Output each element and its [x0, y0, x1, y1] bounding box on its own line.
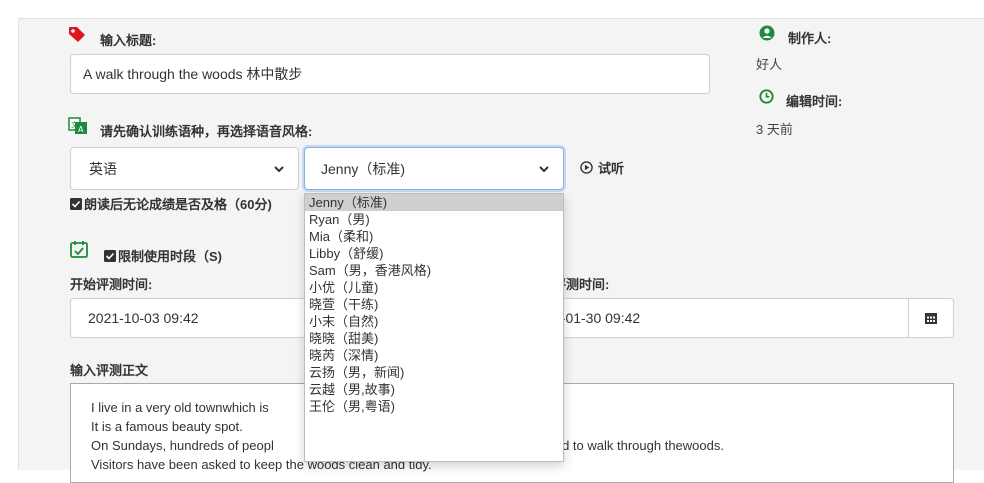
voice-option[interactable]: Ryan（男): [305, 211, 563, 228]
start-time-label: 开始评测时间:: [70, 277, 153, 292]
language-select-value: 英语: [89, 160, 117, 177]
user-icon: [759, 25, 775, 46]
voice-option[interactable]: 晓萱（干练): [305, 296, 563, 313]
author-value: 好人: [756, 57, 783, 72]
chevron-down-icon: [274, 165, 284, 172]
language-select[interactable]: 英语: [70, 147, 299, 190]
title-input[interactable]: A walk through the woods 林中散步: [70, 54, 710, 94]
end-time-value: 2-01-30 09:42: [553, 310, 641, 326]
play-circle-icon: [580, 161, 593, 174]
checkbox-checked-icon: [70, 197, 82, 210]
checkbox-checked-icon: [104, 249, 116, 262]
listen-button[interactable]: 试听: [580, 158, 624, 177]
voice-select[interactable]: Jenny（标准): [304, 147, 564, 190]
voice-option[interactable]: 王伦（男,粤语): [305, 398, 563, 415]
voice-label: 请先确认训练语种，再选择语音风格:: [100, 124, 313, 139]
voice-select-value: Jenny（标准): [321, 160, 406, 177]
translate-icon: 文A: [68, 117, 88, 140]
calendar-button[interactable]: [908, 298, 954, 338]
voice-option[interactable]: 晓晓（甜美): [305, 330, 563, 347]
voice-option[interactable]: 小优（儿童): [305, 279, 563, 296]
calendar-icon: [925, 313, 937, 324]
listen-label: 试听: [598, 161, 625, 176]
edit-time-value: 3 天前: [756, 122, 793, 137]
tag-icon: [68, 26, 86, 47]
pass-checkbox[interactable]: 朗读后无论成绩是否及格（60分): [70, 194, 272, 213]
limit-checkbox-label: 限制使用时段（S): [118, 249, 223, 264]
voice-option[interactable]: 云扬（男，新闻): [305, 364, 563, 381]
voice-option[interactable]: 晓芮（深情): [305, 347, 563, 364]
voice-option[interactable]: Jenny（标准): [305, 194, 563, 211]
voice-option[interactable]: 小末（自然): [305, 313, 563, 330]
svg-text:文: 文: [71, 120, 78, 129]
voice-option[interactable]: Mia（柔和): [305, 228, 563, 245]
voice-option[interactable]: Libby（舒缓): [305, 245, 563, 262]
edit-time-label: 编辑时间:: [786, 94, 843, 109]
author-label: 制作人:: [788, 31, 832, 46]
end-time-input[interactable]: 2-01-30 09:42: [530, 298, 910, 338]
voice-dropdown-list[interactable]: Jenny（标准) Ryan（男) Mia（柔和) Libby（舒缓) Sam（…: [304, 193, 564, 462]
pass-checkbox-label: 朗读后无论成绩是否及格（60分): [84, 197, 272, 212]
limit-checkbox[interactable]: 限制使用时段（S): [104, 246, 222, 265]
title-label: 输入标题:: [100, 33, 157, 48]
svg-text:A: A: [78, 125, 84, 134]
title-input-value: A walk through the woods 林中散步: [83, 66, 303, 82]
clock-icon: [759, 89, 774, 109]
voice-option[interactable]: Sam（男，香港风格): [305, 262, 563, 279]
calendar-check-icon: [70, 240, 88, 263]
voice-option[interactable]: 云越（男,故事): [305, 381, 563, 398]
chevron-down-icon: [539, 165, 549, 172]
body-label: 输入评测正文: [70, 363, 149, 378]
start-time-input[interactable]: 2021-10-03 09:42: [70, 298, 310, 338]
start-time-value: 2021-10-03 09:42: [88, 310, 199, 326]
